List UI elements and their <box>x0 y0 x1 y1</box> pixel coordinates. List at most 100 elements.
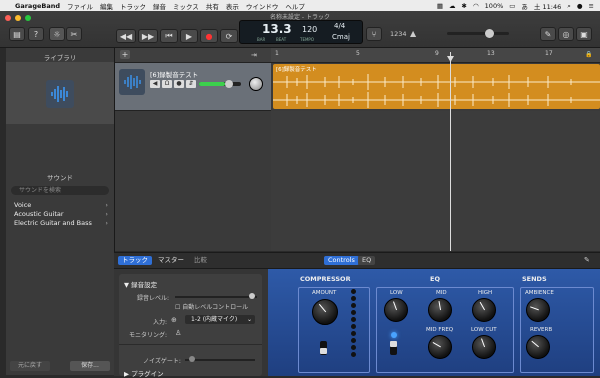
eq-mid-knob[interactable] <box>428 298 452 322</box>
go-to-beginning-button[interactable]: ⏮ <box>160 29 178 43</box>
master-volume-slider[interactable] <box>447 29 509 38</box>
eq-low-cut-knob[interactable] <box>472 335 496 359</box>
fast-forward-button[interactable]: ▶▶ <box>138 29 158 43</box>
ruler-mark: 1 <box>275 50 279 57</box>
track-name[interactable]: [6]録製音テスト <box>150 69 198 79</box>
tracks-area: + ⇥ 1 5 9 13 17 🔒 [6]録製音テスト ◀ Ω ● ⇵ [6]録… <box>115 48 600 251</box>
input-source-icon[interactable]: あ <box>521 1 528 11</box>
menu-window[interactable]: ウインドウ <box>246 1 279 11</box>
tab-track[interactable]: トラック <box>118 256 152 265</box>
sound-search-input[interactable]: サウンドを検索 <box>11 186 109 195</box>
record-enable-button[interactable]: ● <box>174 80 184 88</box>
input-monitor-button[interactable]: ⇵ <box>186 80 196 88</box>
eq-high-knob[interactable] <box>472 298 496 322</box>
solo-button[interactable]: Ω <box>162 80 172 88</box>
amount-knob[interactable] <box>312 299 338 325</box>
menu-track[interactable]: トラック <box>120 1 146 11</box>
tab-controls[interactable]: Controls <box>324 256 359 265</box>
lcd-bar-label: BAR <box>257 37 266 42</box>
eq-mid-freq-knob[interactable] <box>428 335 452 359</box>
input-label: 入力: <box>153 319 168 326</box>
clock[interactable]: 土 11:46 <box>534 1 561 11</box>
eq-low-cut-label: LOW CUT <box>471 327 497 333</box>
catch-playhead-icon[interactable]: ⇥ <box>251 51 257 59</box>
add-track-button[interactable]: + <box>120 50 130 59</box>
lcd-display[interactable]: 13.3 BAR BEAT 120 TEMPO 4/4 Cmaj <box>239 20 363 44</box>
recording-level-thumb[interactable] <box>249 293 255 299</box>
play-button[interactable]: ▶ <box>180 29 198 43</box>
lcd-beat-label: BEAT <box>276 37 287 42</box>
timeline-ruler[interactable]: 1 5 9 13 17 🔒 <box>271 48 600 63</box>
track-volume-thumb[interactable] <box>225 80 233 88</box>
record-button[interactable]: ● <box>200 29 218 43</box>
metronome-icon[interactable]: ▲ <box>410 29 416 38</box>
menu-share[interactable]: 共有 <box>206 1 219 11</box>
compressor-toggle-switch[interactable] <box>320 341 327 355</box>
recording-level-slider[interactable] <box>175 293 257 299</box>
cloud-icon[interactable]: ☁ <box>449 2 456 10</box>
eq-low-knob[interactable] <box>384 298 408 322</box>
notepad-button[interactable]: ✎ <box>540 27 556 41</box>
eq-toggle-switch[interactable] <box>390 341 397 355</box>
revert-button[interactable]: 元に戻す <box>10 361 50 371</box>
tab-compare[interactable]: 比較 <box>190 256 211 265</box>
category-voice[interactable]: Voice › <box>14 201 110 209</box>
pan-knob[interactable] <box>249 77 263 91</box>
edit-pencil-icon[interactable]: ✎ <box>584 256 590 264</box>
app-menu[interactable]: GarageBand <box>15 2 60 10</box>
help-button[interactable]: ? <box>28 27 44 41</box>
user-icon[interactable]: ● <box>577 2 583 10</box>
editors-button[interactable]: ✂ <box>66 27 82 41</box>
lock-icon[interactable]: 🔒 <box>585 51 592 58</box>
empty-track-lane[interactable] <box>271 111 600 251</box>
audio-region[interactable]: [6]録製音テスト <box>273 64 600 109</box>
smart-controls-button[interactable]: ☼ <box>49 27 65 41</box>
tab-master[interactable]: マスター <box>154 256 188 265</box>
grid-icon[interactable]: ▦ <box>437 2 443 10</box>
track-icon-waveform-icon[interactable] <box>119 69 145 95</box>
track-header[interactable]: [6]録製音テスト ◀ Ω ● ⇵ <box>115 63 271 111</box>
plugins-header[interactable]: ▶ プラグイン <box>124 368 164 378</box>
category-label: Voice <box>14 201 32 209</box>
input-select[interactable]: 1-2 (内蔵マイク) ⌄ <box>185 315 255 324</box>
media-browser-button[interactable]: ▣ <box>576 27 592 41</box>
menu-help[interactable]: ヘルプ <box>285 1 305 11</box>
monitoring-label: モニタリング: <box>129 332 168 339</box>
rewind-button[interactable]: ◀◀ <box>116 29 136 43</box>
menu-view[interactable]: 表示 <box>226 1 239 11</box>
menu-edit[interactable]: 編集 <box>100 1 113 11</box>
cycle-icon: ⟳ <box>225 31 233 41</box>
wifi-icon[interactable]: ◠ <box>473 2 479 10</box>
cycle-button[interactable]: ⟳ <box>220 29 238 43</box>
save-button[interactable]: 保存... <box>70 361 110 371</box>
loop-browser-button[interactable]: ◎ <box>558 27 574 41</box>
category-label: Acoustic Guitar <box>14 210 64 218</box>
noise-gate-thumb[interactable] <box>189 356 195 362</box>
menu-record[interactable]: 録音 <box>153 1 166 11</box>
battery-icon[interactable]: ▭ <box>509 2 515 10</box>
master-volume-thumb[interactable] <box>485 29 494 38</box>
tab-eq[interactable]: EQ <box>358 256 376 265</box>
loop-icon: ◎ <box>562 29 570 39</box>
search-icon[interactable]: ⌕ <box>567 2 571 11</box>
category-acoustic-guitar[interactable]: Acoustic Guitar › <box>14 210 110 218</box>
monitoring-toggle-icon[interactable]: ♙ <box>175 329 181 337</box>
menu-file[interactable]: ファイル <box>67 1 93 11</box>
auto-level-checkbox[interactable]: ☐ 自動レベルコントロール <box>175 302 248 311</box>
noise-gate-slider[interactable] <box>185 356 255 362</box>
track-volume-slider[interactable] <box>199 80 241 88</box>
bluetooth-icon[interactable]: ✱ <box>462 2 467 10</box>
input-format-icon[interactable]: ⊕ <box>171 316 177 324</box>
reverb-knob[interactable] <box>526 335 550 359</box>
notification-icon[interactable]: ≡ <box>589 2 594 10</box>
ambience-knob[interactable] <box>526 298 550 322</box>
record-enable-icon: ● <box>176 80 182 87</box>
category-electric-guitar-bass[interactable]: Electric Guitar and Bass › <box>14 219 110 227</box>
menu-mix[interactable]: ミックス <box>173 1 199 11</box>
tuner-button[interactable]: ⑂ <box>366 27 382 41</box>
count-in-button[interactable]: 1234 <box>390 30 407 38</box>
library-button[interactable]: ▤ <box>9 27 25 41</box>
playhead[interactable] <box>450 52 451 251</box>
mute-button[interactable]: ◀ <box>150 80 160 88</box>
recording-settings-header[interactable]: ▼ 録音設定 <box>124 279 157 289</box>
